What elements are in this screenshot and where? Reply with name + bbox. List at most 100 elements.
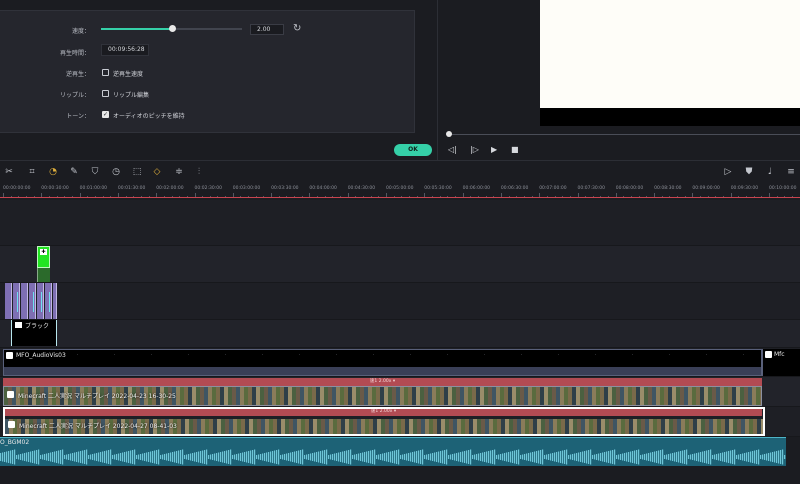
- thumbnail-segment: [605, 419, 609, 434]
- thumbnail-segment: [620, 387, 624, 405]
- tone-checkbox[interactable]: ✓: [102, 111, 109, 118]
- purple-clip[interactable]: [53, 283, 57, 319]
- waveform-bar: [606, 451, 608, 463]
- purple-clip[interactable]: [5, 283, 12, 319]
- play-frame-icon[interactable]: |▷: [470, 146, 479, 154]
- thumbnail-segment: [488, 387, 492, 405]
- thumbnail-segment: [577, 419, 581, 434]
- reverse-checkbox[interactable]: [102, 69, 109, 76]
- render-icon[interactable]: ▷: [722, 166, 734, 178]
- waveform-bar: [682, 450, 684, 464]
- thumbnail-segment: [240, 387, 244, 405]
- waveform-bar: [656, 451, 658, 463]
- step-back-icon[interactable]: ◁|: [448, 146, 457, 154]
- waveform-bar: [458, 452, 460, 462]
- waveform-bar: [536, 451, 538, 463]
- color-icon[interactable]: ✎: [68, 166, 80, 178]
- waveform-bar: [612, 450, 614, 464]
- video-clip-1[interactable]: Minecraft 二人実況 マルチプレイ 2022-04-23 16-30-2…: [3, 386, 762, 406]
- waveform-bar: [98, 452, 100, 462]
- waveform-bar: [348, 450, 350, 464]
- waveform-bar: [174, 451, 176, 463]
- waveform-bar: [22, 453, 24, 461]
- waveform-bar: [80, 451, 82, 463]
- waveform-bar: [760, 455, 762, 459]
- adjust-icon[interactable]: ≑: [173, 166, 185, 178]
- waveform-bar: [166, 453, 168, 461]
- thumbnail-segment: [404, 387, 408, 405]
- bgm-clip[interactable]: O_BGM02: [0, 437, 786, 466]
- waveform-bar: [734, 449, 736, 465]
- ripple-checkbox[interactable]: [102, 90, 109, 97]
- thumbnail-segment: [753, 419, 757, 434]
- waveform-bar: [674, 452, 676, 462]
- scissors-icon[interactable]: ✂: [3, 166, 15, 178]
- audiovis-audio-strip: [4, 367, 761, 375]
- thumbnail-segment: [548, 387, 552, 405]
- thumbnail-segment: [473, 419, 477, 434]
- thumbnail-segment: [537, 419, 541, 434]
- purple-clip[interactable]: [21, 283, 28, 319]
- waveform-bar: [280, 455, 282, 459]
- speed-label: 速度：: [71, 28, 90, 35]
- video-clip-2-selection[interactable]: Minecraft 二人実況 マルチプレイ 2022-04-27 08-41-0…: [3, 407, 765, 436]
- thumbnail-segment: [632, 387, 636, 405]
- video-clip-icon: [7, 391, 14, 398]
- play-icon[interactable]: ▶: [491, 146, 497, 154]
- speed-slider-knob[interactable]: [168, 25, 176, 32]
- thumbnail-segment: [300, 387, 304, 405]
- thumbnail-segment: [724, 387, 728, 405]
- thumbnail-segment: [621, 419, 625, 434]
- speed-icon[interactable]: ◔: [47, 166, 59, 178]
- thumbnail-segment: [457, 419, 461, 434]
- speed-slider[interactable]: [101, 25, 242, 32]
- thumbnail-segment: [477, 419, 481, 434]
- preview-progress-knob[interactable]: [446, 131, 452, 137]
- waveform-bar: [404, 454, 406, 460]
- thumbnail-segment: [689, 419, 693, 434]
- timer-icon[interactable]: ◷: [110, 166, 122, 178]
- waveform-bar: [342, 451, 344, 463]
- waveform-bar: [296, 451, 298, 463]
- waveform-bar: [624, 453, 626, 461]
- freeze-frame-icon[interactable]: ⬚: [131, 166, 143, 178]
- ok-button[interactable]: OK: [394, 144, 432, 156]
- reverse-option-label: 逆再生速度: [113, 71, 144, 78]
- thumbnail-segment: [560, 387, 564, 405]
- waveform-bar: [36, 450, 38, 464]
- duration-label: 再生時間：: [59, 50, 90, 57]
- thumbnail-segment: [468, 387, 472, 405]
- thumbnail-segment: [597, 419, 601, 434]
- speed-bar-1[interactable]: 速1 2.00x ▾: [3, 378, 762, 386]
- waveform-bar: [500, 454, 502, 460]
- shield-icon[interactable]: ⛊: [743, 166, 755, 178]
- waveform-bar: [650, 452, 652, 462]
- keyframe-icon[interactable]: ◇: [151, 166, 163, 178]
- thumbnail-segment: [344, 387, 348, 405]
- waveform-bar: [380, 454, 382, 460]
- thumbnail-segment: [504, 387, 508, 405]
- menu-icon[interactable]: ≡: [785, 166, 797, 178]
- thumbnail-segment: [209, 419, 213, 434]
- waveform-bar: [440, 451, 442, 463]
- stop-icon[interactable]: ■: [511, 146, 519, 154]
- audiovis-clip-2-label: Mfc: [774, 351, 785, 358]
- speed-input[interactable]: 2.00: [250, 24, 284, 35]
- waveform-bar: [406, 453, 408, 461]
- audiovis-clip-2[interactable]: Mfc: [762, 349, 800, 376]
- thumbnail-segment: [409, 419, 413, 434]
- thumbnail-segment: [288, 387, 292, 405]
- clip-marker: ·: [188, 352, 190, 357]
- mic-icon[interactable]: ♩: [764, 166, 776, 178]
- duration-field[interactable]: 00:09:56:28: [101, 44, 149, 56]
- waveform-bar: [532, 452, 534, 462]
- reset-icon[interactable]: ↻: [293, 24, 301, 34]
- audio-icon[interactable]: ⫶: [193, 166, 205, 178]
- audiovis-clip[interactable]: MFO_AudioVis03: [3, 349, 762, 376]
- preview-progress-bar[interactable]: [447, 134, 800, 135]
- crop-icon[interactable]: ⌗: [26, 166, 38, 178]
- green-screen-clip[interactable]: ✚: [37, 246, 50, 268]
- clip-marker: ·: [151, 352, 153, 357]
- black-clip[interactable]: ブラック: [11, 320, 57, 346]
- stabilize-icon[interactable]: ⛉: [89, 166, 101, 178]
